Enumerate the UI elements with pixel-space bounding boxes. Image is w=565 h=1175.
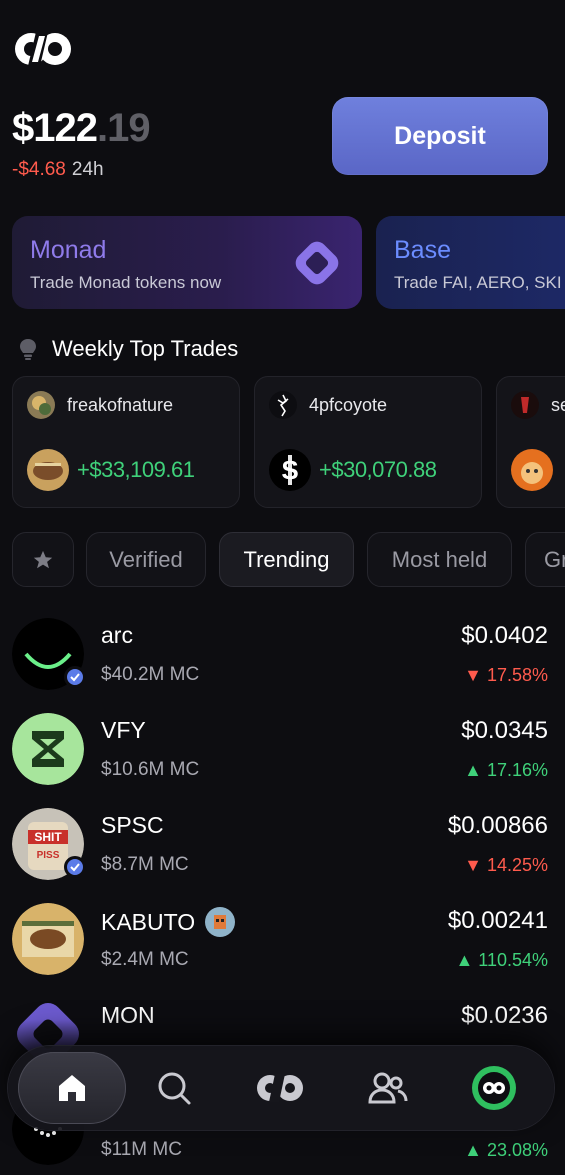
promo-card-monad[interactable]: Monad Trade Monad tokens now xyxy=(12,216,362,309)
token-row-spsc[interactable]: SHIT PISS SPSC $8.7M MC $0.00866 ▼ 14.25% xyxy=(0,790,565,885)
token-change: ▲ 17.16% xyxy=(464,760,548,780)
token-avatar xyxy=(27,449,69,491)
monad-logo-icon xyxy=(295,241,339,285)
token-row-arc[interactable]: arc $40.2M MC $0.0402 ▼ 17.58% xyxy=(0,600,565,695)
bottom-navigation xyxy=(8,1046,554,1130)
user-avatar xyxy=(27,391,55,419)
logo-icon xyxy=(257,1074,303,1102)
token-price: $0.00866 xyxy=(447,812,548,839)
app-screen: $122.19 -$4.68 24h Deposit Monad Trade Mo… xyxy=(0,0,565,1175)
svg-text:PISS: PISS xyxy=(37,850,60,861)
trade-username: se xyxy=(551,394,565,415)
search-icon xyxy=(158,1072,191,1105)
deposit-button[interactable]: Deposit xyxy=(332,97,548,175)
trade-username: freakofnature xyxy=(67,394,174,415)
token-market-cap: $11M MC xyxy=(101,1139,182,1160)
token-market-cap: $2.4M MC xyxy=(101,949,189,970)
promo-subtitle: Trade FAI, AERO, SKI a xyxy=(394,273,565,292)
token-name: SPSC xyxy=(101,812,164,838)
token-market-cap: $10.6M MC xyxy=(101,759,200,780)
tab-trending[interactable]: Trending xyxy=(219,532,354,587)
nav-search[interactable] xyxy=(146,1060,202,1116)
promo-title: Monad xyxy=(30,236,107,264)
token-market-cap: $40.2M MC xyxy=(101,664,200,685)
user-avatar xyxy=(269,391,297,419)
change-value: -$4.68 xyxy=(12,159,66,180)
nav-profile[interactable] xyxy=(466,1060,522,1116)
token-change: ▲ 110.54% xyxy=(455,950,548,970)
token-avatar xyxy=(12,713,84,785)
nav-home[interactable] xyxy=(18,1052,126,1124)
token-name: arc xyxy=(101,622,133,648)
token-row-vfy[interactable]: VFY $10.6M MC $0.0345 ▲ 17.16% xyxy=(0,695,565,790)
promo-card-base[interactable]: Base Trade FAI, AERO, SKI a xyxy=(376,216,565,309)
weekly-trades-carousel: freakofnature +$33,109.61 4pfcoyote S +$… xyxy=(12,376,565,508)
promo-title: Base xyxy=(394,236,451,264)
nav-explore[interactable] xyxy=(252,1060,308,1116)
token-avatar: S xyxy=(269,449,311,491)
token-avatar xyxy=(12,903,84,975)
token-name: KABUTO xyxy=(101,907,236,937)
tab-next[interactable]: Gr xyxy=(525,532,565,587)
token-change: ▼ 17.58% xyxy=(464,665,548,685)
trade-user: 4pfcoyote xyxy=(269,391,387,419)
portfolio-balance: $122.19 xyxy=(12,104,151,152)
trade-gain: +$33,109.61 xyxy=(77,457,195,482)
tab-most-held[interactable]: Most held xyxy=(367,532,512,587)
token-price: $0.0402 xyxy=(461,622,548,649)
change-period: 24h xyxy=(71,159,104,180)
token-market-cap: $8.7M MC xyxy=(101,854,189,875)
token-row-kabuto[interactable]: KABUTO $2.4M MC $0.00241 ▲ 110.54% xyxy=(0,885,565,980)
lightbulb-icon xyxy=(20,339,36,360)
trade-card[interactable]: freakofnature +$33,109.61 xyxy=(12,376,240,508)
app-logo-icon xyxy=(15,32,71,66)
trade-username: 4pfcoyote xyxy=(309,394,388,415)
balance-main: $122 xyxy=(12,106,98,150)
creator-avatar-icon xyxy=(205,907,236,937)
token-avatar xyxy=(511,449,553,491)
token-name-text: KABUTO xyxy=(101,908,196,935)
trade-user: freakofnature xyxy=(27,391,173,419)
verified-badge-icon xyxy=(64,666,86,688)
star-icon xyxy=(33,550,53,568)
balance-cents: .19 xyxy=(96,106,151,150)
section-title: Weekly Top Trades xyxy=(52,336,239,361)
balance-change: -$4.68 24h xyxy=(12,158,104,182)
trade-user: se xyxy=(511,391,565,419)
token-name: VFY xyxy=(101,717,146,743)
promo-subtitle: Trade Monad tokens now xyxy=(30,273,222,292)
token-price: $0.0345 xyxy=(461,717,548,744)
home-icon xyxy=(59,1075,85,1101)
token-change: ▲ 23.08% xyxy=(464,1140,548,1160)
tab-verified[interactable]: Verified xyxy=(86,532,206,587)
tab-favorites[interactable] xyxy=(12,532,74,587)
trade-gain: +$30,070.88 xyxy=(319,457,437,482)
weekly-top-trades-header: Weekly Top Trades xyxy=(18,336,238,362)
user-avatar xyxy=(511,391,539,419)
token-price: $0.00241 xyxy=(447,907,548,934)
trade-card[interactable]: se xyxy=(496,376,565,508)
token-change: ▼ 14.25% xyxy=(464,855,548,875)
people-icon xyxy=(368,1072,408,1104)
svg-text:SHIT: SHIT xyxy=(34,830,62,844)
filter-tabs: Verified Trending Most held Gr xyxy=(12,532,565,587)
profile-icon xyxy=(472,1066,516,1110)
trade-card[interactable]: 4pfcoyote S +$30,070.88 xyxy=(254,376,482,508)
verified-badge-icon xyxy=(64,856,86,878)
nav-social[interactable] xyxy=(360,1060,416,1116)
